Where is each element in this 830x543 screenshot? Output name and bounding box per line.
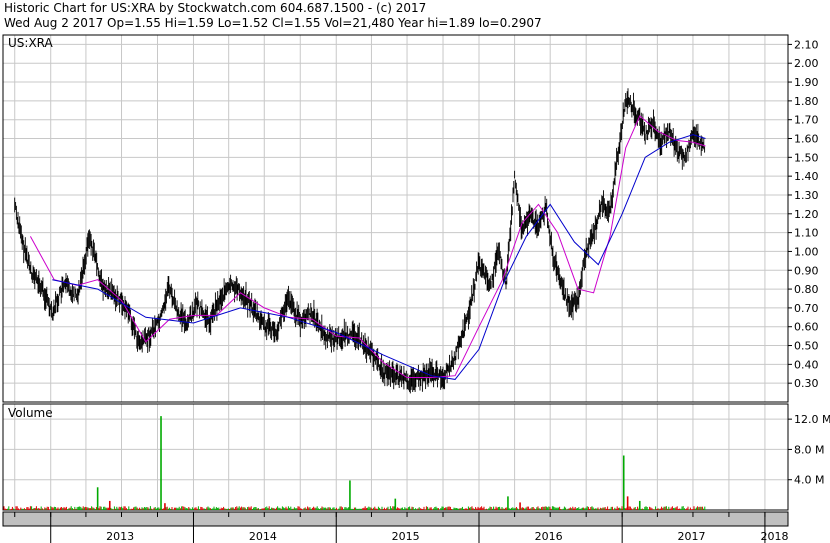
volume-axis: 12.0 M 8.0 M 4.0 M <box>788 413 830 487</box>
price-tick-label: 0.70 <box>794 302 819 315</box>
volume-panel-title: Volume <box>8 406 53 420</box>
grid-lines <box>3 35 788 510</box>
price-series <box>14 88 706 394</box>
stock-chart: US:XRA Volume 2.10 2.00 1.90 1.80 1.70 1.60 1.… <box>2 34 830 543</box>
price-tick-label: 1.00 <box>794 245 819 258</box>
price-tick-label: 1.40 <box>794 170 819 183</box>
year-label: 2016 <box>535 530 563 543</box>
price-tick-label: 2.00 <box>794 57 819 70</box>
price-tick-label: 2.10 <box>794 38 819 51</box>
volume-panel-frame <box>2 403 789 511</box>
year-label: 2014 <box>249 530 277 543</box>
price-panel-frame <box>2 34 789 403</box>
price-tick-label: 1.90 <box>794 76 819 89</box>
volume-bars <box>3 416 706 510</box>
year-label: 2017 <box>678 530 706 543</box>
price-tick-label: 1.10 <box>794 227 819 240</box>
price-panel-title: US:XRA <box>8 36 54 50</box>
year-label: 2018 <box>761 530 789 543</box>
price-tick-label: 0.50 <box>794 340 819 353</box>
price-tick-label: 0.30 <box>794 377 819 390</box>
price-tick-label: 0.90 <box>794 264 819 277</box>
price-tick-label: 1.20 <box>794 208 819 221</box>
price-tick-label: 0.80 <box>794 283 819 296</box>
price-tick-label: 1.80 <box>794 95 819 108</box>
price-tick-label: 1.50 <box>794 151 819 164</box>
volume-tick-label: 8.0 M <box>794 443 824 456</box>
volume-tick-label: 12.0 M <box>794 413 830 426</box>
year-label: 2013 <box>106 530 134 543</box>
price-tick-label: 1.60 <box>794 133 819 146</box>
date-axis-band <box>2 511 789 527</box>
price-tick-label: 1.30 <box>794 189 819 202</box>
volume-tick-label: 4.0 M <box>794 474 824 487</box>
price-axis: 2.10 2.00 1.90 1.80 1.70 1.60 1.50 1.40 1.30 1.20… <box>788 38 819 390</box>
year-label: 2015 <box>392 530 420 543</box>
date-axis: 2013 2014 2015 2016 2017 2018 <box>2 511 789 543</box>
price-tick-label: 0.40 <box>794 358 819 371</box>
price-tick-label: 1.70 <box>794 114 819 127</box>
price-tick-label: 0.60 <box>794 321 819 334</box>
